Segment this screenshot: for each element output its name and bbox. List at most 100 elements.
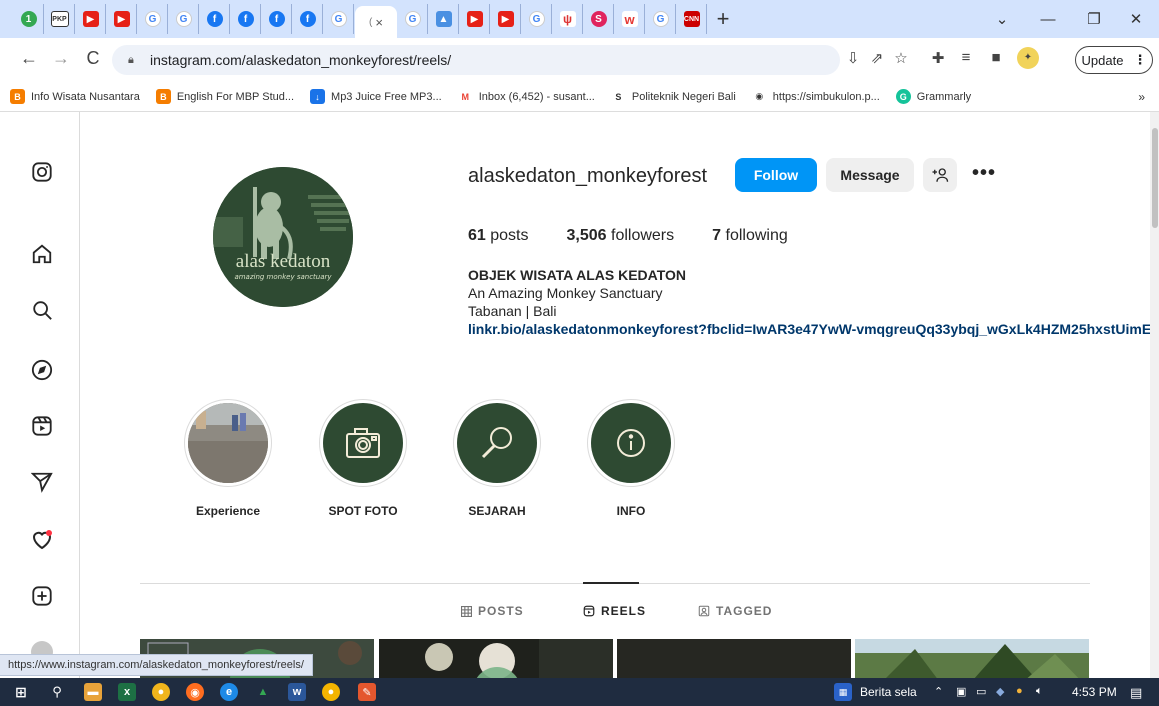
chrome-icon[interactable]: ● <box>322 683 340 701</box>
reel-thumbnail[interactable] <box>617 639 851 678</box>
tab-posts[interactable]: POSTS <box>461 604 524 618</box>
file-explorer-icon[interactable]: ▬ <box>84 683 102 701</box>
bookmark-label: English For MBP Stud... <box>176 90 295 103</box>
side-panel-icon[interactable]: ■ <box>985 49 1007 66</box>
tab[interactable]: ▶ <box>107 4 137 34</box>
tab[interactable]: ▶ <box>76 4 106 34</box>
youtube-icon: ▶ <box>497 11 514 27</box>
start-menu-icon[interactable]: ⊞ <box>12 683 30 701</box>
search-icon[interactable]: ⚲ <box>48 683 66 701</box>
tab[interactable]: ψ <box>553 4 583 34</box>
follow-button[interactable]: Follow <box>735 158 817 192</box>
tab-reels[interactable]: REELS <box>583 604 646 618</box>
reading-list-icon[interactable]: ≡ <box>955 49 977 66</box>
profile-avatar-icon[interactable]: ✦ <box>1017 47 1039 69</box>
tab[interactable]: f <box>200 4 230 34</box>
new-tab-button[interactable]: + <box>708 6 738 32</box>
suggested-accounts-button[interactable] <box>923 158 957 192</box>
search-icon[interactable] <box>30 298 54 322</box>
tab[interactable]: G <box>398 4 428 34</box>
bookmark-item[interactable]: B Info Wisata Nusantara <box>10 89 140 104</box>
tab[interactable]: CNN <box>677 4 707 34</box>
share-icon[interactable]: ⇗ <box>866 49 888 67</box>
highlight-experience[interactable]: Experience <box>183 399 273 518</box>
tab[interactable]: ▶ <box>491 4 521 34</box>
bookmark-item[interactable]: S Politeknik Negeri Bali <box>611 89 735 104</box>
direct-messages-icon[interactable] <box>30 470 54 494</box>
page-scrollbar[interactable] <box>1150 112 1159 678</box>
volume-icon[interactable]: 🔈︎ <box>1036 685 1043 698</box>
extensions-icon[interactable]: ✚ <box>927 49 949 67</box>
scrollbar-thumb[interactable] <box>1152 128 1158 228</box>
highlight-info[interactable]: INFO <box>586 399 676 518</box>
tab-tagged[interactable]: TAGGED <box>698 604 772 618</box>
tray-app-icon[interactable]: ● <box>1016 685 1023 697</box>
tab-search-icon[interactable]: ⌄ <box>979 0 1025 38</box>
following-stat[interactable]: 7 following <box>712 227 788 245</box>
reel-thumbnail[interactable] <box>379 639 613 678</box>
install-app-icon[interactable]: ⇩ <box>842 49 864 67</box>
create-post-icon[interactable] <box>30 584 54 608</box>
network-icon[interactable]: ▭ <box>976 685 986 698</box>
minimize-icon[interactable]: — <box>1025 0 1071 38</box>
bookmark-label: Mp3 Juice Free MP3... <box>331 90 442 103</box>
word-icon[interactable]: w <box>288 683 306 701</box>
reel-thumbnail[interactable] <box>855 639 1089 678</box>
followers-stat[interactable]: 3,506 followers <box>567 227 675 245</box>
news-widget-label[interactable]: Berita sela <box>860 685 917 699</box>
tab[interactable]: S <box>584 4 614 34</box>
tab[interactable]: f <box>293 4 323 34</box>
tab[interactable]: ▶ <box>460 4 490 34</box>
highlight-sejarah[interactable]: SEJARAH <box>452 399 542 518</box>
more-options-button[interactable]: ••• <box>972 162 996 185</box>
home-icon[interactable] <box>30 242 54 266</box>
app-icon[interactable]: ✎ <box>358 683 376 701</box>
tab[interactable]: G <box>169 4 199 34</box>
profile-avatar[interactable]: alas kedaton amazing monkey sanctuary <box>213 167 353 307</box>
forward-icon[interactable]: → <box>46 48 76 69</box>
notification-center-icon[interactable]: ▤ <box>1130 685 1142 701</box>
restore-icon[interactable]: ❐ <box>1071 0 1117 38</box>
tab[interactable]: G <box>138 4 168 34</box>
tab[interactable]: G <box>646 4 676 34</box>
firefox-icon[interactable]: ◉ <box>186 683 204 701</box>
tab[interactable]: G <box>324 4 354 34</box>
tab[interactable]: f <box>262 4 292 34</box>
notifications-heart-icon[interactable] <box>30 528 54 552</box>
tray-app-icon[interactable]: ▣ <box>956 685 966 698</box>
bookmark-item[interactable]: ↓ Mp3 Juice Free MP3... <box>310 89 442 104</box>
bookmark-item[interactable]: ◉ https://simbukulon.p... <box>752 89 879 104</box>
active-tab[interactable]: ( × <box>355 6 397 38</box>
tray-shield-icon[interactable]: ◆ <box>996 685 1004 698</box>
highlight-spot-foto[interactable]: SPOT FOTO <box>318 399 408 518</box>
update-button[interactable]: Update ⋮ <box>1075 46 1153 74</box>
drive-icon[interactable]: ▲ <box>254 683 272 701</box>
tab-close-icon[interactable]: × <box>375 15 383 30</box>
edge-icon[interactable]: e <box>220 683 238 701</box>
news-widget-icon[interactable]: ▦ <box>834 683 852 701</box>
tab[interactable]: PKP <box>45 4 75 34</box>
tray-overflow-icon[interactable]: ⌃ <box>934 685 943 698</box>
message-button[interactable]: Message <box>826 158 914 192</box>
bookmark-item[interactable]: B English For MBP Stud... <box>155 89 295 104</box>
bookmark-item[interactable]: M Inbox (6,452) - susant... <box>458 89 594 104</box>
reload-icon[interactable]: C <box>78 48 108 69</box>
reels-icon[interactable] <box>30 414 54 438</box>
chrome-icon[interactable]: ● <box>152 683 170 701</box>
address-bar[interactable]: 🔒︎ instagram.com/alaskedaton_monkeyfores… <box>112 45 840 75</box>
instagram-logo-icon[interactable] <box>30 160 54 184</box>
explore-icon[interactable] <box>30 358 54 382</box>
bookmark-star-icon[interactable]: ☆ <box>890 49 912 67</box>
excel-icon[interactable]: x <box>118 683 136 701</box>
close-window-icon[interactable]: ✕ <box>1113 0 1159 38</box>
clock-time[interactable]: 4:53 PM <box>1072 685 1117 699</box>
tab[interactable]: 1 <box>14 4 44 34</box>
back-icon[interactable]: ← <box>14 48 44 69</box>
tab[interactable]: ▲ <box>429 4 459 34</box>
tab[interactable]: G <box>522 4 552 34</box>
bookmarks-overflow-button[interactable]: » <box>1138 90 1145 104</box>
tab[interactable]: f <box>231 4 261 34</box>
tab[interactable]: w <box>615 4 645 34</box>
bio-link[interactable]: linkr.bio/alaskedatonmonkeyforest?fbclid… <box>468 320 1150 338</box>
bookmark-item[interactable]: G Grammarly <box>895 89 971 104</box>
